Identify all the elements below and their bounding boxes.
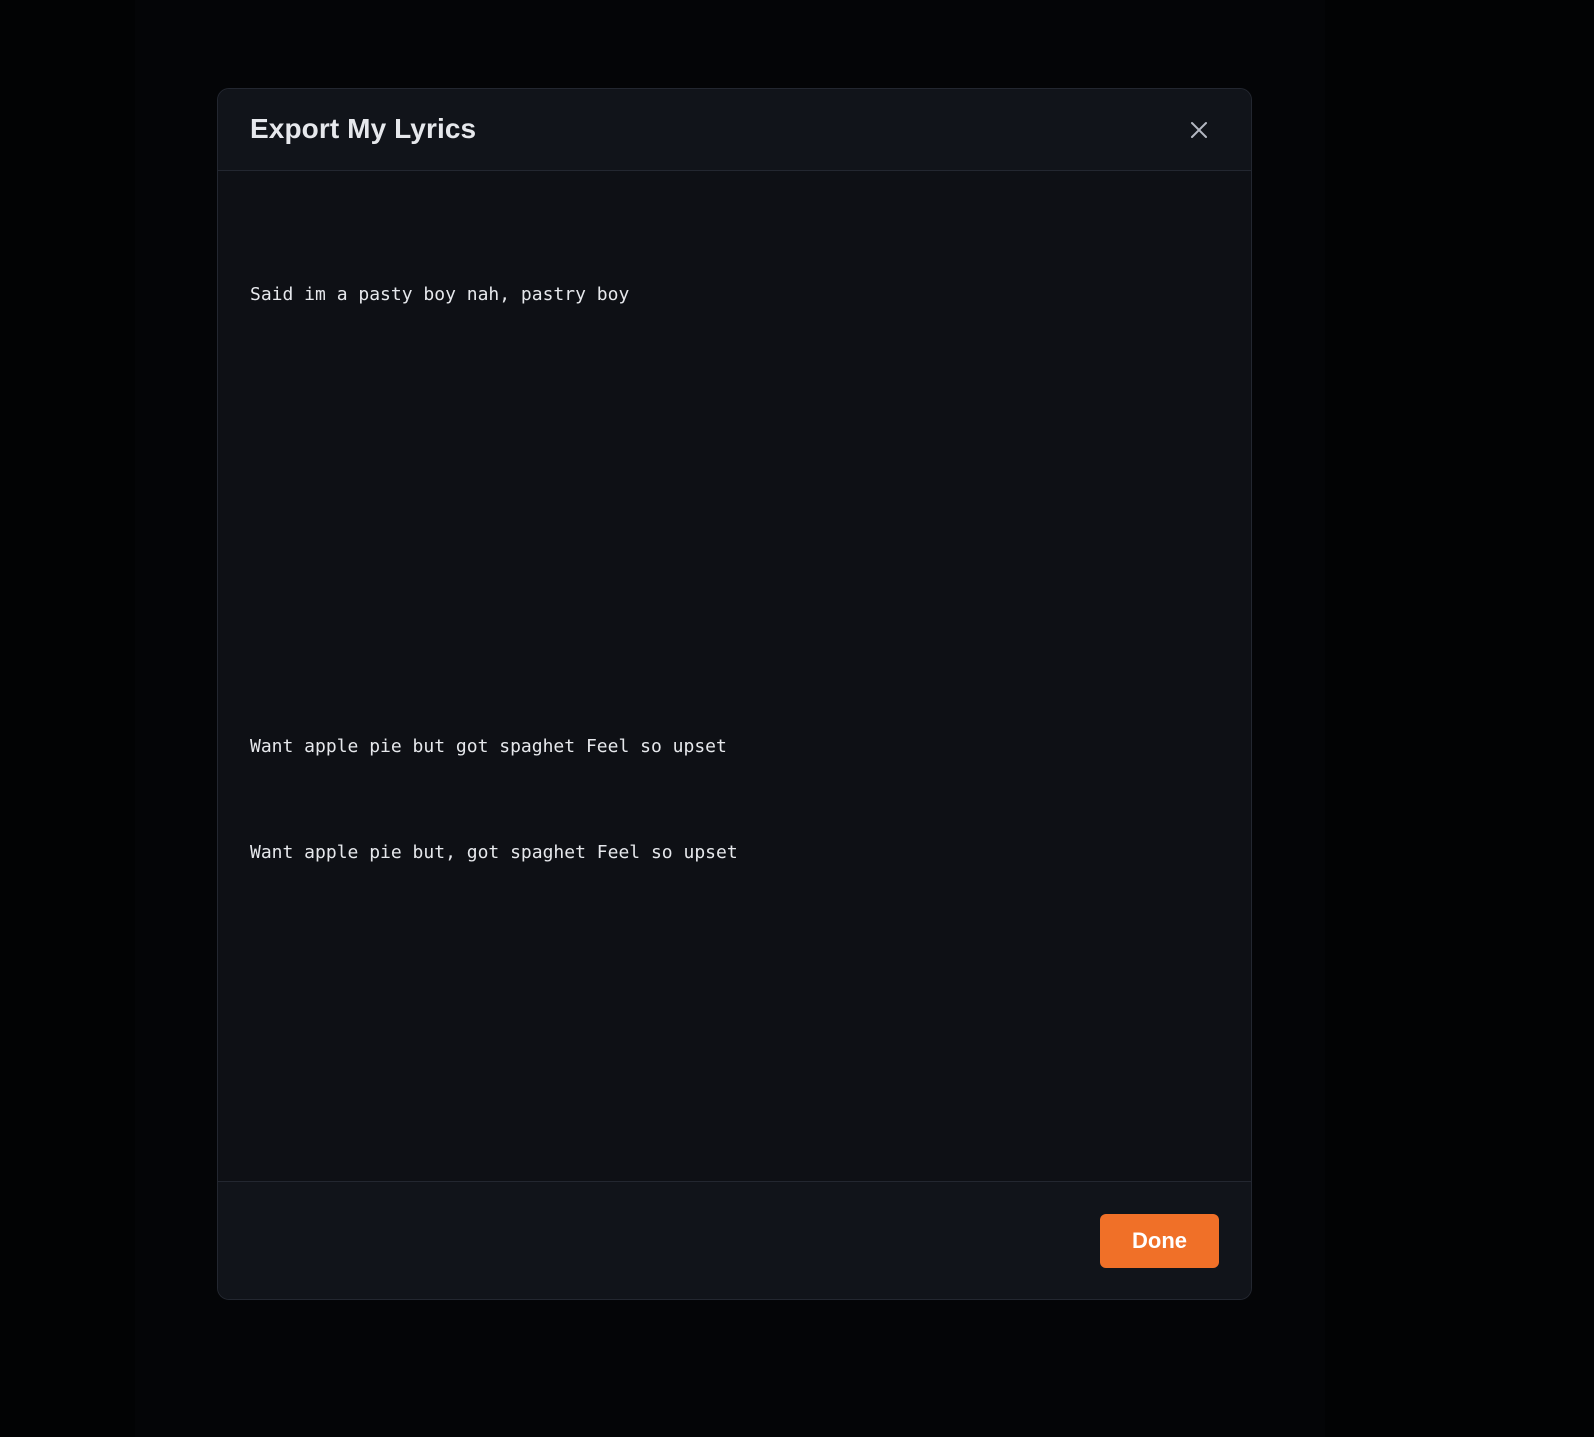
done-button[interactable]: Done [1100, 1214, 1219, 1268]
lyric-line: Said im a pasty boy nah, pastry boy [250, 284, 630, 305]
lyrics-text: Said im a pasty boy nah, pastry boy Want… [250, 171, 1210, 863]
export-lyrics-dialog: Export My Lyrics Said im a pasty boy nah… [217, 88, 1252, 1300]
dialog-title: Export My Lyrics [250, 113, 477, 144]
close-button[interactable] [1182, 113, 1216, 147]
lyrics-export-area[interactable]: Said im a pasty boy nah, pastry boy Want… [218, 171, 1251, 1181]
lyric-line: Want apple pie but got spaghet Feel so u… [250, 736, 727, 757]
dialog-footer: Done [218, 1181, 1251, 1299]
close-icon [1191, 122, 1207, 138]
dialog-header: Export My Lyrics [218, 89, 1251, 171]
lyric-line: Want apple pie but, got spaghet Feel so … [250, 842, 738, 863]
